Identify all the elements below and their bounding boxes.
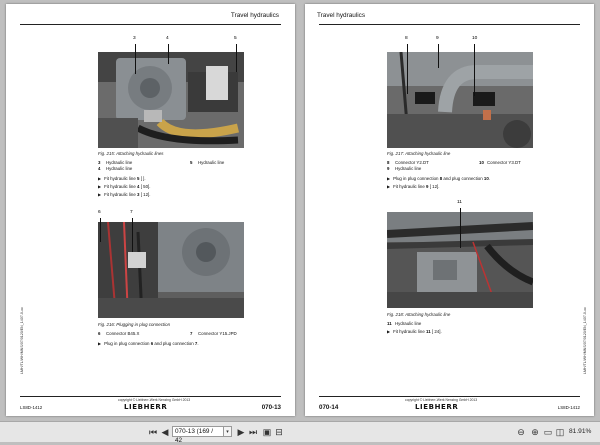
- instruction-step: ▶ Fit hydraulic line 11 [ 24].: [387, 329, 442, 334]
- page-number-input[interactable]: 070-13 (169 / 42: [172, 426, 224, 444]
- legend-number: 7: [190, 331, 193, 336]
- document-side-code: LMH/TL/WH/MNS/07/0120/EN_1407-0-xx: [20, 307, 24, 374]
- legend-text: Connector Y2.DT: [395, 160, 429, 165]
- page-number: 070-14: [319, 404, 339, 411]
- page-number: 070-13: [261, 404, 281, 411]
- header-rule: [319, 24, 580, 25]
- callout-label: 10: [472, 36, 478, 41]
- prev-page-icon[interactable]: ◀: [160, 427, 170, 437]
- page-header: Travel hydraulics: [230, 12, 279, 19]
- callout-label: 3: [133, 36, 136, 41]
- instruction-steps: ▶ Fit hydraulic line 11 [ 24].: [387, 329, 442, 337]
- instruction-step: ▶ Fit hydraulic line 5 [ ].: [98, 176, 146, 181]
- legend-text: Hydraulic line: [395, 321, 422, 326]
- page-right: Travel hydraulics 8 9 10 Fig. 217: Attac…: [305, 4, 594, 416]
- instruction-step: ▶ Plug in plug connection 8 and plug conn…: [387, 176, 491, 181]
- legend-text: Connector B45.X: [106, 331, 140, 336]
- chevron-down-icon[interactable]: ▾: [224, 426, 232, 437]
- next-page-icon[interactable]: ▶: [236, 427, 246, 437]
- footer-rule: [20, 396, 281, 397]
- legend-number: 3: [98, 160, 101, 165]
- legend-number: 8: [387, 160, 390, 165]
- two-page-icon[interactable]: ◫: [555, 427, 565, 437]
- callout-leader: [236, 44, 237, 72]
- legend-number: 11: [387, 321, 392, 326]
- legend-number: 10: [479, 160, 484, 165]
- copyright-text: copyright © Liebherr-Werk Nenzing GmbH 2…: [118, 398, 191, 402]
- figure-legend: 11 Hydraulic line: [387, 321, 577, 327]
- copyright-text: copyright © Liebherr-Werk Nenzing GmbH 2…: [405, 398, 478, 402]
- last-page-icon[interactable]: ⏭: [248, 427, 258, 437]
- callout-leader: [135, 44, 136, 74]
- legend-text: Connector Y15.JPD: [198, 331, 237, 336]
- page-left: Travel hydraulics 3 4 5 Fig. 215: Attach…: [6, 4, 295, 416]
- callout-label: 8: [405, 36, 408, 41]
- document-id: LS8D-1412: [557, 405, 580, 410]
- legend-text: Hydraulic line: [106, 160, 133, 165]
- figure-caption: Fig. 215: Attaching hydraulic lines: [98, 151, 164, 156]
- figure-legend: 8 Connector Y2.DT 10 Connector Y3.DT 9 H…: [387, 160, 577, 172]
- single-page-icon[interactable]: ▭: [543, 427, 553, 437]
- footer-rule: [319, 396, 580, 397]
- callout-leader: [460, 208, 461, 248]
- page-header: Travel hydraulics: [317, 12, 366, 19]
- legend-text: Connector Y3.DT: [487, 160, 521, 165]
- figure-legend: 6 Connector B45.X 7 Connector Y15.JPD: [98, 331, 278, 337]
- instruction-step: ▶ Fit hydraulic line 4 [ 50].: [98, 184, 151, 189]
- instruction-step: ▶ Plug in plug connection 6 and plug conn…: [98, 341, 199, 346]
- callout-leader: [407, 44, 408, 94]
- callout-label: 4: [166, 36, 169, 41]
- figure-photo-215: [98, 52, 244, 148]
- viewer-toolbar: ⏮ ◀ 070-13 (169 / 42 ▾ ▶ ⏭ ▣ ⊟ ⊖ ⊕ ▭ ◫ 8…: [0, 421, 600, 444]
- document-side-code: LMH/TL/WH/MNS/07/0120/EN_1407-0-xx: [583, 307, 587, 374]
- first-page-icon[interactable]: ⏮: [148, 427, 158, 437]
- instruction-steps: ▶ Fit hydraulic line 5 [ ]. ▶ Fit hydrauli…: [98, 176, 150, 200]
- callout-leader: [438, 44, 439, 68]
- legend-text: Hydraulic line: [198, 160, 225, 165]
- liebherr-logo: LIEBHERR: [415, 403, 459, 411]
- callout-label: 5: [234, 36, 237, 41]
- legend-text: Hydraulic line: [395, 166, 422, 171]
- figure-caption: Fig. 218: Attaching hydraulic line: [387, 312, 451, 317]
- fit-page-icon[interactable]: ▣: [262, 427, 272, 437]
- header-rule: [20, 24, 281, 25]
- legend-text: Hydraulic line: [106, 166, 133, 171]
- zoom-in-icon[interactable]: ⊕: [530, 427, 540, 437]
- figure-photo-216: [98, 222, 244, 318]
- zoom-out-icon[interactable]: ⊖: [516, 427, 526, 437]
- figure-caption: Fig. 216: Plugging in plug connection: [98, 322, 171, 327]
- figure-legend: 3 Hydraulic line 5 Hydraulic line 4 Hydr…: [98, 160, 278, 172]
- callout-leader: [132, 218, 133, 252]
- instruction-step: ▶ Fit hydraulic line 9 [ 12].: [387, 184, 440, 189]
- callout-leader: [168, 44, 169, 64]
- legend-number: 5: [190, 160, 193, 165]
- instruction-step: ▶ Fit hydraulic line 3 [ 12].: [98, 192, 151, 197]
- liebherr-logo: LIEBHERR: [124, 403, 168, 411]
- instruction-steps: ▶ Plug in plug connection 6 and plug conn…: [98, 341, 199, 349]
- legend-number: 9: [387, 166, 390, 171]
- callout-label: 11: [457, 200, 462, 205]
- legend-number: 4: [98, 166, 101, 171]
- callout-label: 9: [436, 36, 439, 41]
- document-id: LS8D-1412: [20, 405, 43, 410]
- figure-caption: Fig. 217: Attaching hydraulic line: [387, 151, 451, 156]
- instruction-steps: ▶ Plug in plug connection 8 and plug conn…: [387, 176, 490, 192]
- callout-label: 7: [130, 210, 133, 215]
- zoom-level: 81.91%: [569, 428, 592, 435]
- callout-leader: [100, 218, 101, 242]
- fit-width-icon[interactable]: ⊟: [274, 427, 284, 437]
- callout-leader: [474, 44, 475, 96]
- callout-label: 6: [98, 210, 101, 215]
- legend-number: 6: [98, 331, 101, 336]
- figure-photo-217: [387, 52, 533, 148]
